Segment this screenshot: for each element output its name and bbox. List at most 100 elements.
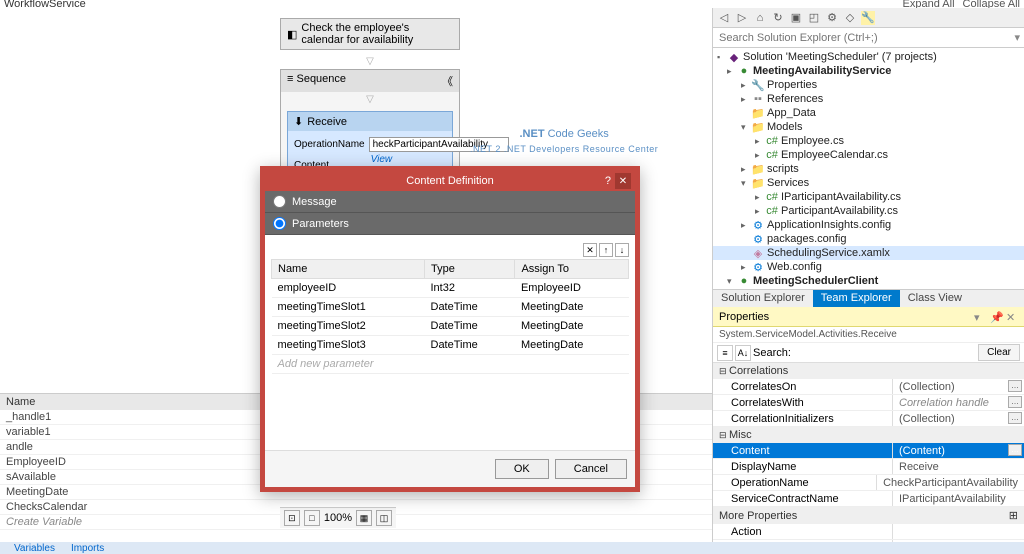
close-icon[interactable]: ✕ xyxy=(615,173,631,189)
file-node[interactable]: EmployeeCalendar.cs xyxy=(781,149,888,161)
forward-icon[interactable]: ▷ xyxy=(735,11,749,25)
solution-node[interactable]: Solution 'MeetingScheduler' (7 projects) xyxy=(743,51,937,63)
col-name[interactable]: Name xyxy=(272,260,425,279)
prop-value[interactable]: CheckParticipantAvailability xyxy=(877,475,1024,490)
logo: .NET Code Geeks .NET 2 .NET Developers R… xyxy=(470,113,658,154)
folder-node[interactable]: scripts xyxy=(767,163,799,175)
collapse-icon[interactable]: 《 xyxy=(442,73,453,89)
search-dropdown-icon[interactable]: ▾ xyxy=(1010,31,1024,44)
tab-variables[interactable]: Variables xyxy=(6,543,63,554)
delete-param-icon[interactable]: ✕ xyxy=(583,243,597,257)
preview-icon[interactable]: ◇ xyxy=(843,11,857,25)
refresh-icon[interactable]: ↻ xyxy=(771,11,785,25)
zoom-actual-icon[interactable]: □ xyxy=(304,510,320,526)
ellipsis-icon[interactable]: … xyxy=(1008,444,1022,456)
activity-title: Check the employee's calendar for availa… xyxy=(301,22,453,46)
file-node[interactable]: ApplicationInsights.config xyxy=(767,219,891,231)
zoom-level[interactable]: 100% xyxy=(324,512,352,524)
receive-label: Receive xyxy=(307,116,347,128)
file-node[interactable]: Employee.cs xyxy=(781,135,844,147)
zoom-overview-icon[interactable]: ▦ xyxy=(356,510,372,526)
config-icon: ⚙ xyxy=(751,233,765,245)
zoom-fit-icon[interactable]: ⊡ xyxy=(284,510,300,526)
ellipsis-icon[interactable]: … xyxy=(1008,396,1022,408)
home-icon[interactable]: ⌂ xyxy=(753,11,767,25)
show-all-icon[interactable]: ◰ xyxy=(807,11,821,25)
pin-icon[interactable]: 📌 xyxy=(990,311,1002,323)
folder-node[interactable]: App_Data xyxy=(767,107,816,119)
prop-value[interactable]: (Content)… xyxy=(893,443,1024,458)
col-type[interactable]: Type xyxy=(425,260,515,279)
collapse-icon[interactable]: ▣ xyxy=(789,11,803,25)
activity-icon: ◧ xyxy=(287,28,297,40)
prop-value[interactable]: Correlation handle… xyxy=(893,395,1024,410)
dialog-title: Content Definition xyxy=(406,175,493,187)
help-icon[interactable]: ? xyxy=(605,175,611,187)
folder-node[interactable]: Models xyxy=(767,121,802,133)
ok-button[interactable]: OK xyxy=(495,459,549,479)
solution-search-input[interactable] xyxy=(713,30,1010,46)
prop-value[interactable] xyxy=(893,524,1024,539)
properties-search-input[interactable] xyxy=(793,345,976,361)
prop-value[interactable]: IParticipantAvailability xyxy=(893,491,1024,506)
folder-node[interactable]: Services xyxy=(767,177,809,189)
solution-toolbar: ◁ ▷ ⌂ ↻ ▣ ◰ ⚙ ◇ 🔧 xyxy=(713,8,1024,28)
sequence-label: Sequence xyxy=(296,73,346,85)
project-node[interactable]: MeetingSchedulerClient xyxy=(753,275,878,287)
more-properties[interactable]: More Properties⊞ xyxy=(713,507,1024,524)
project-icon: ● xyxy=(737,65,751,77)
table-row[interactable]: meetingTimeSlot2DateTimeMeetingDate xyxy=(272,317,629,336)
file-node[interactable]: IParticipantAvailability.cs xyxy=(781,191,901,203)
check-calendar-activity[interactable]: ◧ Check the employee's calendar for avail… xyxy=(280,18,460,50)
properties-icon[interactable]: ⚙ xyxy=(825,11,839,25)
xaml-icon: ◈ xyxy=(751,247,765,259)
ellipsis-icon[interactable]: … xyxy=(1008,412,1022,424)
tab-imports[interactable]: Imports xyxy=(63,543,112,554)
tab-team-explorer[interactable]: Team Explorer xyxy=(813,290,900,307)
categorized-icon[interactable]: ≡ xyxy=(717,345,733,361)
file-node[interactable]: packages.config xyxy=(767,233,847,245)
clear-button[interactable]: Clear xyxy=(978,344,1020,361)
project-node[interactable]: MeetingAvailabilityService xyxy=(753,65,891,77)
message-radio[interactable] xyxy=(273,195,286,208)
prop-name: ServiceContractName xyxy=(713,491,893,506)
folder-icon: 📁 xyxy=(751,107,765,119)
tab-solution-explorer[interactable]: Solution Explorer xyxy=(713,290,813,307)
tab-class-view[interactable]: Class View xyxy=(900,290,970,307)
zoom-minimap-icon[interactable]: ◫ xyxy=(376,510,392,526)
prop-value[interactable]: Receive xyxy=(893,459,1024,474)
prop-value[interactable]: (Collection)… xyxy=(893,379,1024,394)
table-row[interactable]: meetingTimeSlot3DateTimeMeetingDate xyxy=(272,336,629,355)
expand-icon[interactable]: ⊞ xyxy=(1009,509,1018,522)
message-option[interactable]: Message xyxy=(265,191,635,213)
message-label: Message xyxy=(292,196,337,208)
alphabetical-icon[interactable]: A↓ xyxy=(735,345,751,361)
properties-node[interactable]: Properties xyxy=(767,79,817,91)
cancel-button[interactable]: Cancel xyxy=(555,459,627,479)
move-down-icon[interactable]: ↓ xyxy=(615,243,629,257)
prop-value[interactable]: (Collection)… xyxy=(893,411,1024,426)
col-assign[interactable]: Assign To xyxy=(515,260,629,279)
back-icon[interactable]: ◁ xyxy=(717,11,731,25)
references-node[interactable]: References xyxy=(767,93,823,105)
parameters-radio[interactable] xyxy=(273,217,286,230)
category-misc[interactable]: ⊟Misc xyxy=(713,427,1024,443)
file-node[interactable]: SchedulingService.xamlx xyxy=(767,247,890,259)
file-node[interactable]: Web.config xyxy=(767,261,822,273)
category-correlations[interactable]: ⊟Correlations xyxy=(713,363,1024,379)
config-icon: ⚙ xyxy=(751,261,765,273)
dropdown-icon[interactable]: ▾ xyxy=(974,311,986,323)
prop-name: DisplayName xyxy=(713,459,893,474)
add-parameter-row[interactable]: Add new parameter xyxy=(272,355,629,374)
parameters-option[interactable]: Parameters xyxy=(265,213,635,235)
table-row[interactable]: employeeIDInt32EmployeeID xyxy=(272,279,629,298)
search-label: Search: xyxy=(753,347,791,359)
folder-icon: 📁 xyxy=(751,163,765,175)
ellipsis-icon[interactable]: … xyxy=(1008,380,1022,392)
table-row[interactable]: meetingTimeSlot1DateTimeMeetingDate xyxy=(272,298,629,317)
move-up-icon[interactable]: ↑ xyxy=(599,243,613,257)
cs-file-icon: c# xyxy=(765,191,779,203)
file-node[interactable]: ParticipantAvailability.cs xyxy=(781,205,898,217)
wrench-icon[interactable]: 🔧 xyxy=(861,11,875,25)
close-icon[interactable]: ✕ xyxy=(1006,311,1018,323)
